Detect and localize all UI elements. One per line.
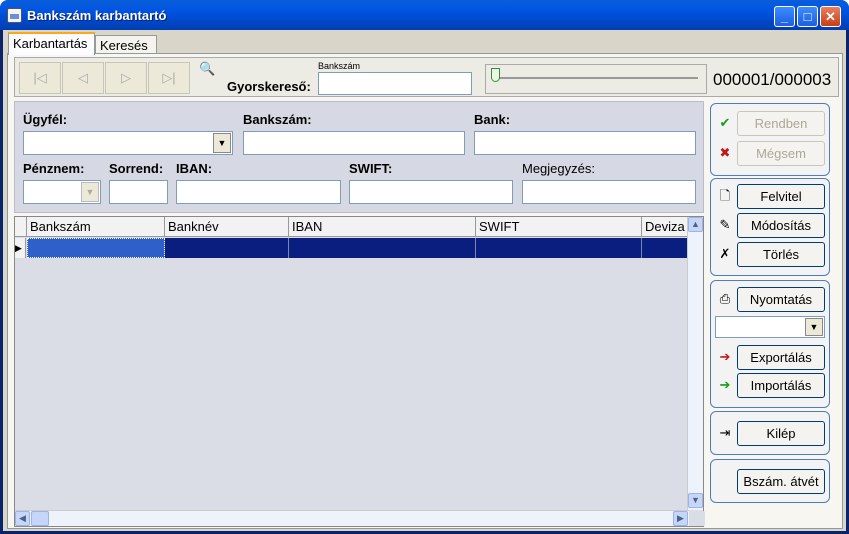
ugyfel-combo[interactable]: ▼: [23, 131, 233, 155]
quicksearch-caption: Bankszám: [318, 61, 361, 71]
search-icon: 🔍: [199, 61, 216, 76]
quicksearch-label: Gyorskereső:: [227, 79, 311, 94]
quicksearch-input[interactable]: [318, 72, 472, 95]
delete-icon: ✗: [719, 246, 731, 261]
io-actions-group: ⎙ Nyomtatás ▼ ➔ Exportálás ➔ Importálás: [710, 280, 830, 408]
chevron-down-icon[interactable]: ▼: [213, 133, 231, 153]
exit-door-icon: ⇥: [719, 425, 731, 440]
tab-kereses[interactable]: Keresés: [95, 35, 157, 54]
scroll-corner: [690, 511, 705, 526]
megjegyzes-field[interactable]: [522, 180, 696, 204]
modositas-button[interactable]: Módosítás: [737, 213, 825, 238]
importalas-button[interactable]: Importálás: [737, 373, 825, 398]
record-slider[interactable]: [485, 64, 707, 94]
slider-thumb[interactable]: [491, 68, 500, 82]
bank-label: Bank:: [474, 112, 511, 127]
cell-iban[interactable]: [289, 238, 476, 258]
first-record-button[interactable]: |◁: [19, 62, 61, 94]
vertical-scrollbar[interactable]: ▲ ▼: [687, 217, 703, 510]
swift-label: SWIFT:: [349, 161, 393, 176]
bank-field[interactable]: [474, 131, 696, 155]
column-header-deviza[interactable]: Deviza: [642, 217, 690, 237]
record-actions-group: 🗋 Felvitel ✎ Módosítás ✗ Törlés: [710, 178, 830, 276]
iban-field[interactable]: [176, 180, 341, 204]
column-header-bankszam[interactable]: Bankszám: [27, 217, 165, 237]
tab-karbantartas[interactable]: Karbantartás: [8, 32, 95, 55]
chevron-down-icon[interactable]: ▼: [81, 182, 99, 202]
sorrend-field[interactable]: [109, 180, 168, 204]
record-counter: 000001/000003: [713, 70, 832, 89]
rendben-button[interactable]: Rendben: [737, 111, 825, 136]
kilep-button[interactable]: Kilép: [737, 421, 825, 446]
prev-record-button[interactable]: ◁: [62, 62, 104, 94]
new-record-icon: 🗋: [719, 188, 731, 203]
record-navigator: |◁ ◁ ▷ ▷| 🔍 Bankszám Gyorskereső: 000001…: [14, 57, 839, 97]
client-area: Karbantartás Keresés |◁ ◁ ▷ ▷| 🔍 Bankszá…: [3, 30, 846, 531]
filter-panel: Ügyfél: ▼ Bankszám: Bank: Pénznem: ▼ Sor…: [14, 101, 704, 213]
confirm-group: ✔ Rendben ✖ Mégsem: [710, 103, 830, 176]
check-icon: ✔: [719, 115, 731, 130]
title-bar[interactable]: Bankszám karbantartó _ □ ✕: [0, 0, 849, 30]
maximize-button[interactable]: □: [797, 6, 818, 27]
row-indicator-icon: ▶: [15, 238, 26, 258]
header-corner: [15, 217, 27, 237]
scroll-right-icon[interactable]: ▶: [673, 511, 688, 526]
ugyfel-label: Ügyfél:: [23, 112, 68, 127]
swift-field[interactable]: [349, 180, 513, 204]
column-header-swift[interactable]: SWIFT: [476, 217, 642, 237]
import-icon: ➔: [719, 377, 731, 392]
scroll-left-icon[interactable]: ◀: [15, 511, 30, 526]
export-icon: ➔: [719, 349, 731, 364]
scroll-down-icon[interactable]: ▼: [688, 493, 703, 508]
chevron-down-icon[interactable]: ▼: [805, 318, 823, 336]
horizontal-scrollbar[interactable]: ◀ ▶: [15, 510, 689, 526]
penznem-combo[interactable]: ▼: [23, 180, 101, 204]
table-row[interactable]: ▶: [15, 238, 691, 258]
last-record-button[interactable]: ▷|: [148, 62, 190, 94]
cell-swift[interactable]: [476, 238, 642, 258]
scroll-thumb[interactable]: [31, 511, 49, 526]
bankszam-label: Bankszám:: [243, 112, 312, 127]
column-header-banknev[interactable]: Banknév: [165, 217, 289, 237]
tab-page: |◁ ◁ ▷ ▷| 🔍 Bankszám Gyorskereső: 000001…: [7, 53, 843, 529]
felvitel-button[interactable]: Felvitel: [737, 184, 825, 209]
data-grid[interactable]: Bankszám Banknév IBAN SWIFT Deviza ▶ ▲ ▼…: [14, 216, 705, 527]
megjegyzes-label: Megjegyzés:: [522, 161, 595, 176]
app-icon: [7, 8, 22, 23]
app-window: Bankszám karbantartó _ □ ✕ Karbantartás …: [0, 0, 849, 534]
cell-banknev[interactable]: [165, 238, 289, 258]
exportalas-button[interactable]: Exportálás: [737, 345, 825, 370]
slider-track: [492, 77, 698, 79]
printer-icon: ⎙: [719, 291, 731, 306]
penznem-label: Pénznem:: [23, 161, 85, 176]
nyomtatas-button[interactable]: Nyomtatás: [737, 287, 825, 312]
exit-group: ⇥ Kilép: [710, 411, 830, 455]
scroll-up-icon[interactable]: ▲: [688, 217, 703, 232]
cell-bankszam[interactable]: [27, 238, 165, 258]
bszam-atvet-button[interactable]: Bszám. átvét: [737, 469, 825, 494]
minimize-button[interactable]: _: [774, 6, 795, 27]
megsem-button[interactable]: Mégsem: [737, 141, 825, 166]
iban-label: IBAN:: [176, 161, 213, 176]
sorrend-label: Sorrend:: [109, 161, 164, 176]
close-button[interactable]: ✕: [820, 6, 841, 27]
bankszam-field[interactable]: [243, 131, 465, 155]
print-report-select[interactable]: ▼: [715, 316, 825, 338]
window-title: Bankszám karbantartó: [27, 8, 167, 23]
next-record-button[interactable]: ▷: [105, 62, 147, 94]
cross-icon: ✖: [719, 145, 731, 160]
torles-button[interactable]: Törlés: [737, 242, 825, 267]
column-header-iban[interactable]: IBAN: [289, 217, 476, 237]
cell-deviza[interactable]: [642, 238, 690, 258]
transfer-group: Bszám. átvét: [710, 459, 830, 503]
edit-icon: ✎: [719, 217, 731, 232]
